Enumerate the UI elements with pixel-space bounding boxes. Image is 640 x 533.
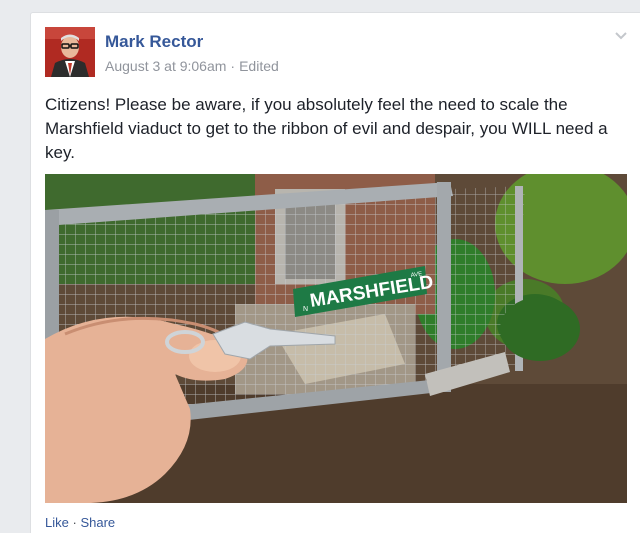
like-button[interactable]: Like [45,515,69,530]
author-name[interactable]: Mark Rector [105,32,203,52]
post-actions: Like · Share [45,515,115,530]
edited-label[interactable]: Edited [239,58,279,74]
avatar-image [45,27,95,77]
actions-separator: · [72,515,77,530]
post-text: Citizens! Please be aware, if you absolu… [45,95,608,162]
share-button[interactable]: Share [80,515,115,530]
chevron-down-icon[interactable] [613,27,629,43]
post-meta: August 3 at 9:06am · Edited [105,58,279,74]
avatar[interactable] [45,27,95,77]
post-card: Mark Rector August 3 at 9:06am · Edited Ci… [30,12,640,533]
post-photo[interactable]: N MARSHFIELD AVE [45,174,627,503]
post-date[interactable]: August 3 at 9:06am [105,58,226,74]
sign-prefix: N [303,306,308,313]
photo-image: N MARSHFIELD AVE [45,174,627,503]
meta-separator: · [230,58,236,74]
